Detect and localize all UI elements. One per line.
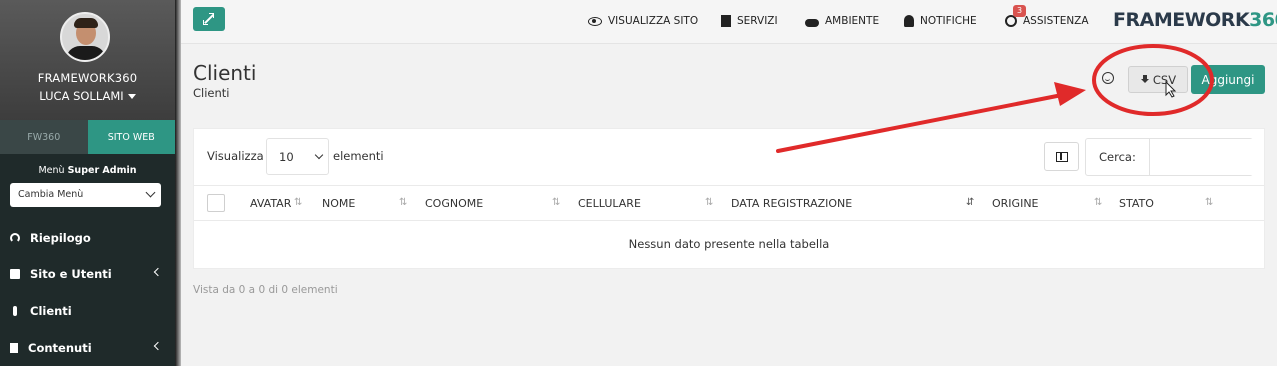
sidebar-item-label: Sito e Utenti — [30, 267, 112, 281]
assistenza-label: ASSISTENZA — [1023, 15, 1089, 27]
briefcase-icon — [10, 269, 20, 279]
search-box: Cerca: — [1085, 138, 1253, 176]
profile-panel: FRAMEWORK360 LUCA SOLLAMI — [0, 0, 175, 120]
chevron-left-icon — [153, 341, 163, 351]
sidebar-item-clienti[interactable]: Clienti — [0, 294, 175, 328]
sort-icon[interactable]: ⇅ — [1205, 197, 1213, 208]
breadcrumb: Clienti — [193, 86, 230, 100]
smiley-icon[interactable] — [1102, 72, 1114, 84]
menu-title: Menù Super Admin — [0, 165, 175, 176]
sort-icon[interactable]: ⇅ — [399, 197, 407, 208]
empty-table-message: Nessun dato presente nella tabella — [628, 237, 830, 251]
user-menu[interactable]: LUCA SOLLAMI — [0, 89, 175, 103]
ambiente-link[interactable]: AMBIENTE — [805, 13, 879, 29]
sort-desc-icon[interactable]: ⇵ — [966, 197, 974, 208]
caret-down-icon — [127, 94, 136, 99]
menu-title-role: Super Admin — [67, 165, 137, 176]
sidebar-item-label: Contenuti — [28, 341, 92, 355]
user-name: LUCA SOLLAMI — [39, 89, 124, 103]
eye-icon — [588, 16, 602, 26]
menu-select-value: Cambia Menù — [18, 189, 84, 200]
column-header-stato[interactable]: STATO — [1119, 197, 1154, 210]
cloud-icon — [805, 18, 819, 27]
sidebar-edge — [175, 0, 181, 366]
servizi-label: SERVIZI — [737, 15, 778, 27]
brand-number: 360 — [1249, 9, 1277, 31]
ambiente-label: AMBIENTE — [825, 15, 880, 27]
visualizza-sito-link[interactable]: VISUALIZZA SITO — [588, 13, 698, 29]
table-header: AVATAR ⇅ NOME ⇅ COGNOME ⇅ CELLULARE ⇅ DA… — [194, 185, 1264, 221]
document-icon — [10, 343, 18, 353]
notification-badge: 3 — [1013, 5, 1026, 17]
notifiche-link[interactable]: NOTIFICHE — [904, 13, 977, 29]
add-button[interactable]: Aggiungi — [1191, 65, 1265, 94]
length-suffix: elementi — [333, 149, 384, 163]
menu-select[interactable]: Cambia Menù — [10, 183, 161, 207]
chevron-down-icon — [314, 150, 324, 160]
annotation-arrow-head — [1054, 82, 1086, 106]
select-all-checkbox[interactable] — [207, 194, 225, 212]
column-header-avatar[interactable]: AVATAR — [250, 197, 291, 210]
org-name: FRAMEWORK360 — [37, 71, 138, 85]
table-panel: Visualizza 10 elementi Cerca: AVATAR ⇅ N… — [193, 128, 1265, 269]
column-header-origine[interactable]: ORIGINE — [992, 197, 1039, 210]
site-switch: FW360 SITO WEB — [0, 120, 175, 154]
download-icon — [1140, 74, 1150, 85]
search-label: Cerca: — [1099, 150, 1136, 164]
tab-sito-web[interactable]: SITO WEB — [87, 120, 175, 154]
sidebar-item-sito-e-utenti[interactable]: Sito e Utenti — [0, 257, 175, 291]
servizi-link[interactable]: SERVIZI — [721, 13, 778, 29]
csv-label: CSV — [1152, 72, 1177, 87]
column-header-cellulare[interactable]: CELLULARE — [578, 197, 641, 210]
menu-title-prefix: Menù — [38, 165, 65, 176]
page-title: Clienti — [193, 61, 257, 85]
column-header-nome[interactable]: NOME — [322, 197, 355, 210]
search-input[interactable] — [1149, 139, 1253, 175]
csv-export-button[interactable]: CSV — [1128, 66, 1188, 93]
sort-icon[interactable]: ⇅ — [294, 197, 302, 208]
notifiche-label: NOTIFICHE — [920, 15, 977, 27]
sort-icon[interactable]: ⇅ — [705, 197, 713, 208]
sort-icon[interactable]: ⇅ — [552, 197, 560, 208]
column-header-data-registrazione[interactable]: DATA REGISTRAZIONE — [731, 197, 852, 210]
chevron-left-icon — [153, 267, 163, 277]
fullscreen-button[interactable] — [193, 7, 225, 31]
sidebar-item-riepilogo[interactable]: Riepilogo — [0, 221, 175, 255]
page-length-select[interactable]: 10 — [266, 138, 329, 175]
bell-icon — [904, 15, 914, 27]
sort-icon[interactable]: ⇅ — [1094, 197, 1102, 208]
brand-main: FRAMEWORK — [1113, 9, 1250, 31]
building-icon — [721, 15, 731, 27]
brand-logo[interactable]: FRAMEWORK360 — [1113, 9, 1277, 31]
page-length-value: 10 — [279, 150, 294, 164]
sidebar-item-label: Riepilogo — [30, 231, 91, 245]
sidebar: FRAMEWORK360 LUCA SOLLAMI FW360 SITO WEB… — [0, 0, 175, 366]
column-visibility-button[interactable] — [1044, 142, 1079, 171]
sidebar-item-label: Clienti — [30, 304, 72, 318]
chevron-down-icon — [145, 187, 156, 198]
visualizza-sito-label: VISUALIZZA SITO — [608, 15, 699, 27]
table-info: Vista da 0 a 0 di 0 elementi — [193, 284, 338, 296]
sidebar-item-contenuti[interactable]: Contenuti — [0, 331, 175, 365]
person-icon — [13, 306, 17, 316]
columns-icon — [1056, 152, 1068, 162]
column-header-cognome[interactable]: COGNOME — [425, 197, 483, 210]
avatar[interactable] — [60, 12, 110, 62]
gauge-icon — [10, 233, 20, 243]
length-label: Visualizza — [207, 149, 264, 163]
tab-fw360[interactable]: FW360 — [0, 120, 88, 154]
